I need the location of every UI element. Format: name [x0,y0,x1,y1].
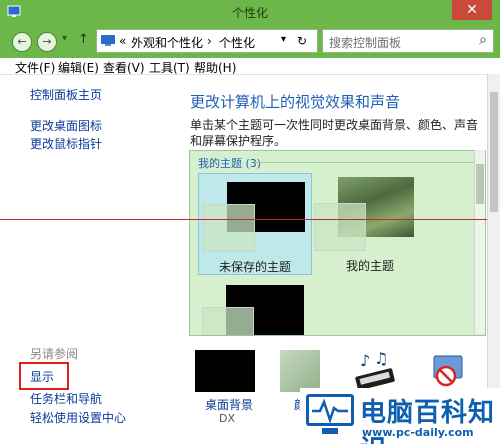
menu-help[interactable]: 帮助(H) [194,59,236,76]
menu-view[interactable]: 查看(V) [103,59,145,76]
watermark-url: www.pc-daily.com [362,426,474,439]
svg-text:♫: ♫ [374,350,388,368]
search-placeholder: 搜索控制面板 [329,36,402,50]
theme-card-unsaved[interactable]: 未保存的主题 [198,173,312,275]
breadcrumb-appearance[interactable]: 外观和个性化 [131,34,203,51]
sidebar-link-taskbar[interactable]: 任务栏和导航 [30,390,102,407]
svg-text:♪: ♪ [360,351,370,370]
theme-preview-window [202,307,254,335]
theme-list-scrollbar-thumb[interactable] [476,164,484,204]
search-input[interactable]: 搜索控制面板 ⌕ [322,29,494,53]
close-button[interactable]: ✕ [452,0,492,20]
page-description: 单击某个主题可一次性同时更改桌面背景、颜色、声音和屏幕保护程序。 [190,118,479,148]
breadcrumb-separator-icon[interactable]: › [207,34,212,48]
highlight-annotation [19,362,69,390]
sidebar-link-ease-of-access[interactable]: 轻松使用设置中心 [30,409,126,426]
guide-line-annotation [0,219,500,220]
theme-card-my-theme[interactable]: 我的主题 [314,173,426,273]
search-icon[interactable]: ⌕ [479,32,487,48]
theme-name: 我的主题 [345,259,394,273]
address-prefix[interactable]: « [119,34,126,48]
menu-tools[interactable]: 工具(T) [149,59,190,76]
theme-list[interactable]: 我的主题 (3) 未保存的主题 我的主题 [189,150,486,336]
watermark: 电脑百科知识 www.pc-daily.com [300,388,500,444]
menu-edit[interactable]: 编辑(E) [58,59,99,76]
forward-button[interactable]: → [37,32,57,52]
color-swatch [280,350,320,392]
theme-group-label: 我的主题 (3) [198,157,262,170]
page-title: 更改计算机上的视觉效果和声音 [190,93,401,111]
address-dropdown-icon[interactable]: ▾ [281,34,286,45]
theme-card-third[interactable] [198,279,310,335]
desktop-background-sub: DX [219,412,236,425]
sidebar-link-mouse-pointers[interactable]: 更改鼠标指针 [30,135,102,152]
recent-dropdown-icon[interactable]: ▾ [62,33,67,44]
breadcrumb-personalization[interactable]: 个性化 [219,34,255,51]
sidebar-link-control-panel-home[interactable]: 控制面板主页 [30,86,102,103]
theme-preview-window [203,204,255,252]
refresh-button[interactable]: ↻ [297,34,307,48]
menu-file[interactable]: 文件(F) [15,59,55,76]
sidebar-link-desktop-icons[interactable]: 更改桌面图标 [30,117,102,134]
window-scrollbar-thumb[interactable] [490,92,498,212]
back-button[interactable]: ← [12,32,32,52]
see-also-heading: 另请参阅 [30,347,79,361]
desktop-background-setting[interactable]: 桌面背景 DX [193,350,257,425]
theme-name: 未保存的主题 [218,260,291,274]
pc-daily-logo [306,394,354,434]
up-button[interactable]: ↑ [78,32,89,47]
control-panel-icon [101,35,115,46]
desktop-background-thumbnail [195,350,255,392]
window-title: 个性化 [231,6,268,20]
theme-preview-window [314,203,366,251]
theme-list-scrollbar[interactable] [474,150,485,334]
personalization-window: 个性化 ✕ ← → ▾ ↑ « 外观和个性化 › 个性化 ▾ ↻ 搜索控制面板 … [0,0,500,444]
desktop-background-label[interactable]: 桌面背景 [205,396,253,413]
navigation-toolbar: ← → ▾ ↑ « 外观和个性化 › 个性化 ▾ ↻ 搜索控制面板 ⌕ [0,24,500,58]
theme-group-divider [254,162,476,163]
address-bar[interactable]: « 外观和个性化 › 个性化 ▾ ↻ [96,29,318,53]
title-bar[interactable]: 个性化 ✕ [0,0,500,24]
menu-bar: 文件(F) 编辑(E) 查看(V) 工具(T) 帮助(H) [0,58,500,75]
